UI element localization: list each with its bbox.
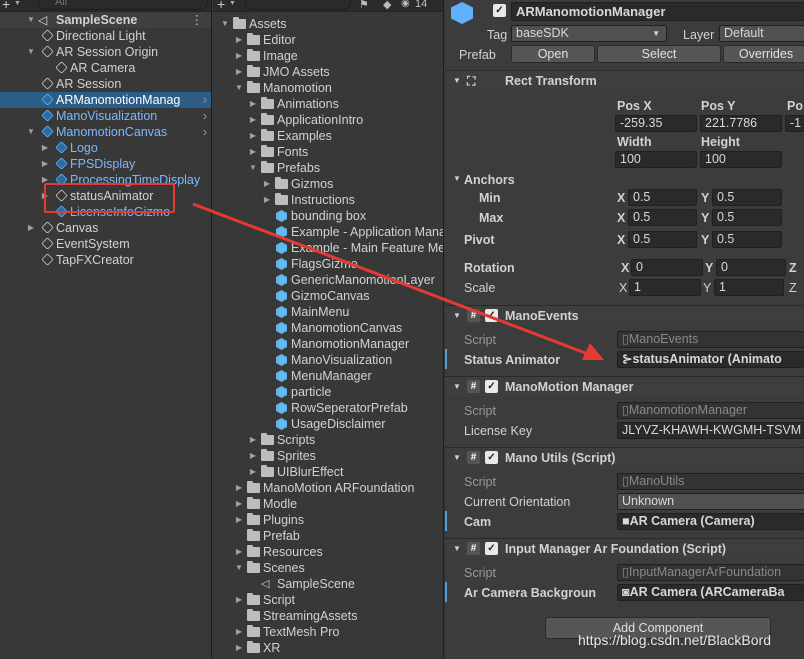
arrow-line — [192, 202, 589, 356]
annotation-arrow — [192, 202, 604, 360]
watermark-text: https://blog.csdn.net/BlackBord — [578, 632, 771, 648]
